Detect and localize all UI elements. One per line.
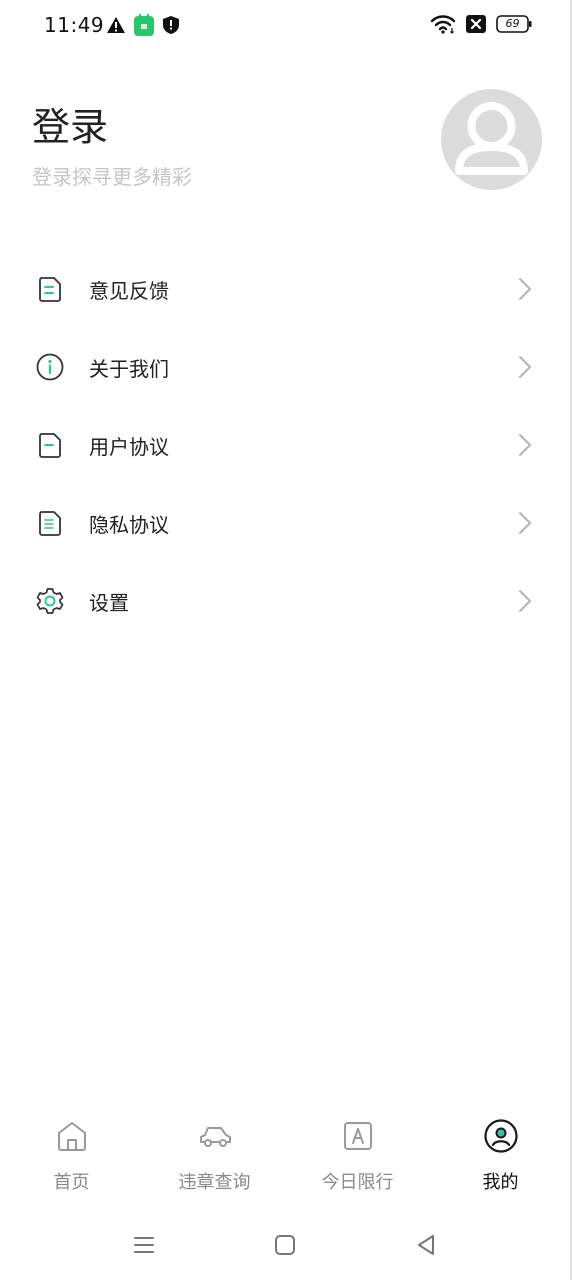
- login-title[interactable]: 登录: [32, 96, 108, 151]
- bottom-nav: 首页 违章查询 今日限行 我的: [0, 1110, 572, 1205]
- chevron-right-icon: [519, 512, 531, 534]
- battery-icon: 69: [496, 15, 532, 33]
- home-icon: [57, 1122, 86, 1151]
- status-bar: 11:49 69: [0, 0, 572, 52]
- chevron-right-icon: [519, 590, 531, 612]
- feedback-doc-icon: [39, 277, 61, 302]
- warning-icon: [107, 17, 125, 33]
- menu-icon[interactable]: [131, 1232, 157, 1258]
- gear-icon: [36, 588, 64, 614]
- doc-icon: [39, 511, 61, 536]
- profile-menu: 意见反馈 关于我们 用户协议 隐私协议 设置: [0, 249, 572, 639]
- nav-tab-home[interactable]: 首页: [0, 1110, 143, 1205]
- nav-tab-label: 我的: [482, 1172, 519, 1193]
- login-subtitle[interactable]: 登录探寻更多精彩: [32, 161, 192, 190]
- letter-a-icon: [343, 1122, 372, 1150]
- menu-item-label: 设置: [89, 591, 129, 615]
- default-avatar-icon: [441, 89, 542, 190]
- menu-item-feedback[interactable]: 意见反馈: [0, 249, 572, 327]
- doc-icon: [39, 433, 61, 458]
- status-icons-right: 69: [430, 14, 532, 34]
- chevron-right-icon: [519, 356, 531, 378]
- info-icon: [36, 353, 64, 381]
- menu-item-user-agreement[interactable]: 用户协议: [0, 405, 572, 483]
- menu-item-label: 意见反馈: [89, 279, 169, 303]
- nav-tab-mine[interactable]: 我的: [429, 1110, 572, 1205]
- back-icon[interactable]: [413, 1232, 439, 1258]
- status-icons-left: [106, 14, 180, 36]
- menu-item-label: 用户协议: [89, 435, 169, 459]
- profile-icon: [483, 1119, 518, 1153]
- home-button-icon[interactable]: [272, 1232, 298, 1258]
- menu-item-label: 隐私协议: [89, 513, 169, 537]
- nav-tab-label: 首页: [53, 1172, 90, 1193]
- avatar[interactable]: [441, 89, 542, 190]
- battery-level: 69: [505, 17, 520, 30]
- system-nav-bar: [0, 1222, 572, 1268]
- menu-item-settings[interactable]: 设置: [0, 561, 572, 639]
- wifi-icon: [430, 15, 456, 34]
- chevron-right-icon: [519, 434, 531, 456]
- shield-icon: [163, 16, 179, 34]
- nav-tab-label: 今日限行: [321, 1172, 394, 1193]
- car-icon: [199, 1127, 231, 1147]
- sim-off-icon: [466, 15, 486, 33]
- nav-tab-label: 违章查询: [178, 1172, 251, 1193]
- nav-tab-violation-query[interactable]: 违章查询: [143, 1110, 286, 1205]
- app-notification-icon: [134, 14, 154, 36]
- menu-item-privacy-policy[interactable]: 隐私协议: [0, 483, 572, 561]
- nav-tab-traffic-restriction[interactable]: 今日限行: [286, 1110, 429, 1205]
- chevron-right-icon: [519, 278, 531, 300]
- menu-item-label: 关于我们: [89, 357, 169, 381]
- status-time: 11:49: [44, 13, 105, 37]
- menu-item-about-us[interactable]: 关于我们: [0, 327, 572, 405]
